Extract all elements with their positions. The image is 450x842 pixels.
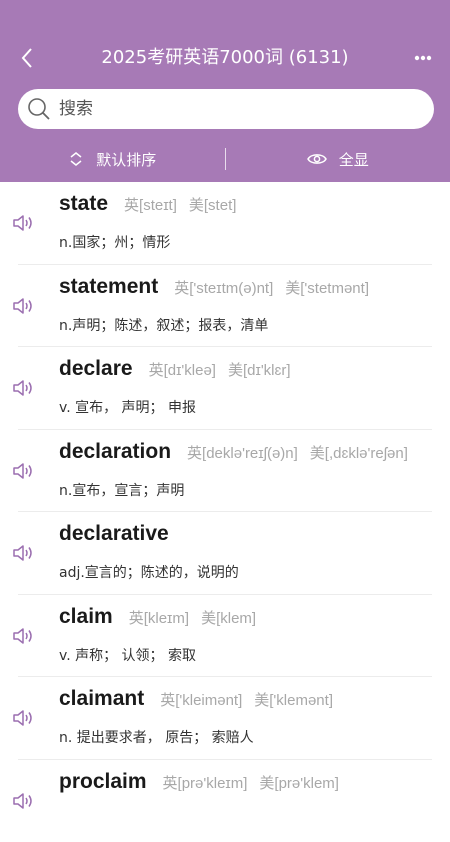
search-bar[interactable]: [18, 89, 434, 129]
speaker-icon: [12, 791, 36, 811]
word-text: claimant: [59, 687, 144, 711]
chevron-left-icon: [20, 47, 34, 69]
speaker-button[interactable]: [10, 458, 38, 484]
us-phonetic: 美['klemənt]: [254, 689, 333, 710]
word-definition: n. 提出要求者， 原告； 索赔人: [59, 727, 254, 747]
us-phonetic: 美[,dɛklə'reʃən]: [310, 442, 408, 463]
word-definition: v. 声称； 认领； 索取: [59, 645, 196, 665]
word-item[interactable]: state 英[steɪt] 美[stet] n.国家；州；情形: [0, 182, 450, 265]
top-bar: 2025考研英语7000词 (6131): [0, 36, 450, 80]
display-label: 全显: [339, 149, 369, 170]
us-phonetic: 美[stet]: [189, 194, 237, 215]
speaker-icon: [12, 296, 36, 316]
word-item[interactable]: declaration 英[deklə'reɪʃ(ə)n] 美[,dɛklə'r…: [0, 430, 450, 513]
word-definition: n.声明；陈述，叙述；报表，清单: [59, 315, 268, 335]
uk-phonetic: 英[deklə'reɪʃ(ə)n]: [187, 442, 298, 463]
word-text: declare: [59, 357, 133, 381]
search-icon: [27, 97, 51, 121]
word-item[interactable]: statement 英['steɪtm(ə)nt] 美['stetmənt] n…: [0, 265, 450, 348]
us-phonetic: 美[klem]: [201, 607, 256, 628]
word-definition: n.宣布，宣言；声明: [59, 480, 184, 500]
us-phonetic: 美['stetmənt]: [285, 277, 369, 298]
uk-phonetic: 英['steɪtm(ə)nt]: [174, 277, 273, 298]
sort-icon: [68, 151, 84, 167]
more-dots-icon: [414, 55, 432, 61]
speaker-button[interactable]: [10, 788, 38, 814]
sort-label: 默认排序: [96, 149, 156, 170]
filter-bar: 默认排序 全显: [0, 140, 450, 178]
word-item[interactable]: declarative adj.宣言的；陈述的，说明的: [0, 512, 450, 595]
us-phonetic: 美[prə'klem]: [259, 772, 339, 793]
word-text: declaration: [59, 440, 171, 464]
speaker-button[interactable]: [10, 623, 38, 649]
word-item[interactable]: claim 英[kleɪm] 美[klem] v. 声称； 认领； 索取: [0, 595, 450, 678]
uk-phonetic: 英['kleimənt]: [160, 689, 242, 710]
page-title: 2025考研英语7000词 (6131): [60, 46, 390, 70]
uk-phonetic: 英[dɪ'kleə]: [149, 359, 216, 380]
word-text: claim: [59, 605, 113, 629]
search-input[interactable]: [59, 99, 399, 119]
word-text: statement: [59, 275, 158, 299]
word-text: state: [59, 192, 108, 216]
word-definition: adj.宣言的；陈述的，说明的: [59, 562, 239, 582]
more-button[interactable]: [410, 44, 436, 72]
speaker-button[interactable]: [10, 375, 38, 401]
back-button[interactable]: [14, 44, 40, 72]
uk-phonetic: 英[kleɪm]: [129, 607, 189, 628]
word-item[interactable]: declare 英[dɪ'kleə] 美[dɪ'klɛr] v. 宣布， 声明；…: [0, 347, 450, 430]
us-phonetic: 美[dɪ'klɛr]: [228, 359, 291, 380]
speaker-icon: [12, 213, 36, 233]
speaker-icon: [12, 378, 36, 398]
word-text: proclaim: [59, 770, 147, 794]
uk-phonetic: 英[prə'kleɪm]: [163, 772, 248, 793]
speaker-button[interactable]: [10, 293, 38, 319]
display-toggle-button[interactable]: 全显: [226, 140, 450, 178]
word-list: state 英[steɪt] 美[stet] n.国家；州；情形 stateme…: [0, 182, 450, 842]
uk-phonetic: 英[steɪt]: [124, 194, 177, 215]
speaker-icon: [12, 543, 36, 563]
word-item[interactable]: claimant 英['kleimənt] 美['klemənt] n. 提出要…: [0, 677, 450, 760]
word-item[interactable]: proclaim 英[prə'kleɪm] 美[prə'klem]: [0, 760, 450, 842]
word-text: declarative: [59, 522, 169, 546]
speaker-icon: [12, 461, 36, 481]
speaker-icon: [12, 626, 36, 646]
word-definition: v. 宣布， 声明； 申报: [59, 397, 196, 417]
speaker-icon: [12, 708, 36, 728]
eye-icon: [307, 152, 327, 166]
speaker-button[interactable]: [10, 210, 38, 236]
speaker-button[interactable]: [10, 540, 38, 566]
sort-button[interactable]: 默认排序: [0, 140, 225, 178]
header: 2025考研英语7000词 (6131) 默认: [0, 0, 450, 182]
word-definition: n.国家；州；情形: [59, 232, 170, 252]
speaker-button[interactable]: [10, 705, 38, 731]
